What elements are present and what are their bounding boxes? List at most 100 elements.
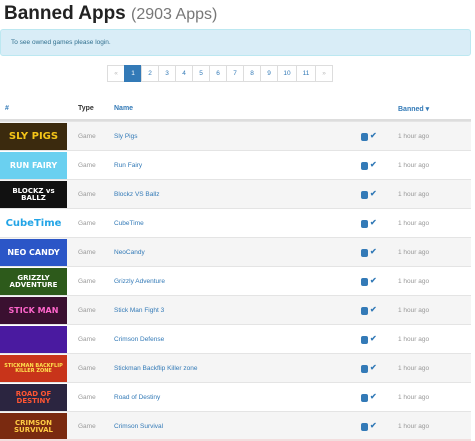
table-row[interactable]: SLY PIGS Game Sly Pigs ✔ 1 hour ago xyxy=(0,121,471,150)
column-header-index[interactable]: # xyxy=(5,105,9,112)
game-thumbnail[interactable]: ROAD OF DESTINY xyxy=(0,384,67,411)
app-count: (2903 Apps) xyxy=(131,6,218,23)
check-icon[interactable]: ✔ xyxy=(370,276,377,285)
app-name-link[interactable]: Grizzly Adventure xyxy=(114,278,165,285)
column-header-banned[interactable]: Banned ▾ xyxy=(398,105,429,113)
table-row[interactable]: CubeTime Game CubeTime ✔ 1 hour ago xyxy=(0,208,471,237)
pagination-page[interactable]: 3 xyxy=(158,65,176,82)
login-alert: To see owned games please login. xyxy=(0,29,471,56)
table-row[interactable]: ROAD OF DESTINY Game Road of Destiny ✔ 1 hou… xyxy=(0,382,471,411)
database-icon[interactable] xyxy=(361,249,368,257)
table-row[interactable]: Game Crimson Defense ✔ 1 hour ago xyxy=(0,324,471,353)
game-thumbnail[interactable]: STICKMAN BACKFLIP KILLER ZONE xyxy=(0,355,67,382)
banned-time: 1 hour ago xyxy=(398,249,430,256)
database-icon[interactable] xyxy=(361,278,368,286)
row-action-icons: ✔ xyxy=(361,305,381,316)
row-action-icons: ✔ xyxy=(361,160,381,171)
game-thumbnail[interactable]: NEO CANDY xyxy=(0,239,67,266)
app-name-link[interactable]: Crimson Defense xyxy=(114,336,164,343)
game-thumbnail[interactable] xyxy=(0,326,67,353)
pagination-page[interactable]: 7 xyxy=(226,65,244,82)
app-name-link[interactable]: Sly Pigs xyxy=(114,133,137,140)
check-icon[interactable]: ✔ xyxy=(370,189,377,198)
check-icon[interactable]: ✔ xyxy=(370,160,377,169)
column-header-name[interactable]: Name xyxy=(114,105,133,112)
login-alert-text: To see owned games please login. xyxy=(11,39,111,46)
pagination-page[interactable]: 1 xyxy=(124,65,142,82)
game-thumbnail[interactable]: SLY PIGS xyxy=(0,123,67,150)
pagination-page[interactable]: 9 xyxy=(260,65,278,82)
banned-time: 1 hour ago xyxy=(398,191,430,198)
app-name-link[interactable]: Crimson Survival xyxy=(114,423,163,430)
app-name-link[interactable]: CubeTime xyxy=(114,220,144,227)
banned-time: 1 hour ago xyxy=(398,133,430,140)
table-header: # Type Name Banned ▾ xyxy=(0,95,471,121)
check-icon[interactable]: ✔ xyxy=(370,305,377,314)
game-thumbnail[interactable]: RUN FAIRY xyxy=(0,152,67,179)
database-icon[interactable] xyxy=(361,133,368,141)
banned-time: 1 hour ago xyxy=(398,278,430,285)
pagination-page[interactable]: 6 xyxy=(209,65,227,82)
database-icon[interactable] xyxy=(361,394,368,402)
game-thumbnail[interactable]: CubeTime xyxy=(0,210,67,237)
table-row[interactable]: CRIMSON SURVIVAL Game Crimson Survival ✔ 1 h… xyxy=(0,411,471,440)
game-thumbnail[interactable]: CRIMSON SURVIVAL xyxy=(0,413,67,440)
banned-time: 1 hour ago xyxy=(398,365,430,372)
row-action-icons: ✔ xyxy=(361,131,381,142)
check-icon[interactable]: ✔ xyxy=(370,363,377,372)
pagination-page[interactable]: 11 xyxy=(296,65,316,82)
pagination-next[interactable]: » xyxy=(315,65,333,82)
app-name-link[interactable]: NeoCandy xyxy=(114,249,145,256)
database-icon[interactable] xyxy=(361,307,368,315)
pagination-page[interactable]: 4 xyxy=(175,65,193,82)
column-header-type[interactable]: Type xyxy=(78,105,94,112)
app-name-link[interactable]: Stickman Backflip Killer zone xyxy=(114,365,197,372)
pagination-page[interactable]: 2 xyxy=(141,65,159,82)
check-icon[interactable]: ✔ xyxy=(370,392,377,401)
app-name-link[interactable]: Road of Destiny xyxy=(114,394,160,401)
database-icon[interactable] xyxy=(361,336,368,344)
row-type: Game xyxy=(78,394,96,401)
banned-time: 1 hour ago xyxy=(398,423,430,430)
app-name-link[interactable]: Stick Man Fight 3 xyxy=(114,307,164,314)
database-icon[interactable] xyxy=(361,191,368,199)
check-icon[interactable]: ✔ xyxy=(370,131,377,140)
row-action-icons: ✔ xyxy=(361,421,381,432)
game-thumbnail[interactable]: STICK MAN xyxy=(0,297,67,324)
app-name-link[interactable]: Run Fairy xyxy=(114,162,142,169)
table-row[interactable]: BLOCKZ vs BALLZ Game Blockz VS Ballz ✔ 1 hou… xyxy=(0,179,471,208)
game-thumbnail[interactable]: GRIZZLY ADVENTURE xyxy=(0,268,67,295)
page-title: Banned Apps (2903 Apps) xyxy=(4,3,217,25)
row-type: Game xyxy=(78,365,96,372)
row-type: Game xyxy=(78,278,96,285)
database-icon[interactable] xyxy=(361,162,368,170)
game-thumbnail[interactable]: BLOCKZ vs BALLZ xyxy=(0,181,67,208)
row-action-icons: ✔ xyxy=(361,247,381,258)
check-icon[interactable]: ✔ xyxy=(370,421,377,430)
pagination: «1 2 3 4 5 6 7 8 9 10 11» xyxy=(107,65,333,82)
table-row[interactable]: NEO CANDY Game NeoCandy ✔ 1 hour ago xyxy=(0,237,471,266)
row-type: Game xyxy=(78,162,96,169)
table-row[interactable]: RUN FAIRY Game Run Fairy ✔ 1 hour ago xyxy=(0,150,471,179)
pagination-prev[interactable]: « xyxy=(107,65,125,82)
database-icon[interactable] xyxy=(361,423,368,431)
banned-time: 1 hour ago xyxy=(398,220,430,227)
row-type: Game xyxy=(78,220,96,227)
check-icon[interactable]: ✔ xyxy=(370,247,377,256)
table-row[interactable]: STICKMAN BACKFLIP KILLER ZONE Game Stickma… xyxy=(0,353,471,382)
pagination-page[interactable]: 5 xyxy=(192,65,210,82)
check-icon[interactable]: ✔ xyxy=(370,334,377,343)
pagination-page[interactable]: 10 xyxy=(277,65,297,82)
check-icon[interactable]: ✔ xyxy=(370,218,377,227)
row-action-icons: ✔ xyxy=(361,189,381,200)
app-name-link[interactable]: Blockz VS Ballz xyxy=(114,191,160,198)
table-row[interactable]: STICK MAN Game Stick Man Fight 3 ✔ 1 hour ag… xyxy=(0,295,471,324)
row-type: Game xyxy=(78,307,96,314)
row-type: Game xyxy=(78,423,96,430)
page-title-text: Banned Apps xyxy=(4,3,126,24)
pagination-page[interactable]: 8 xyxy=(243,65,261,82)
banned-time: 1 hour ago xyxy=(398,336,430,343)
database-icon[interactable] xyxy=(361,220,368,228)
table-row[interactable]: GRIZZLY ADVENTURE Game Grizzly Adventure ✔ 1… xyxy=(0,266,471,295)
database-icon[interactable] xyxy=(361,365,368,373)
